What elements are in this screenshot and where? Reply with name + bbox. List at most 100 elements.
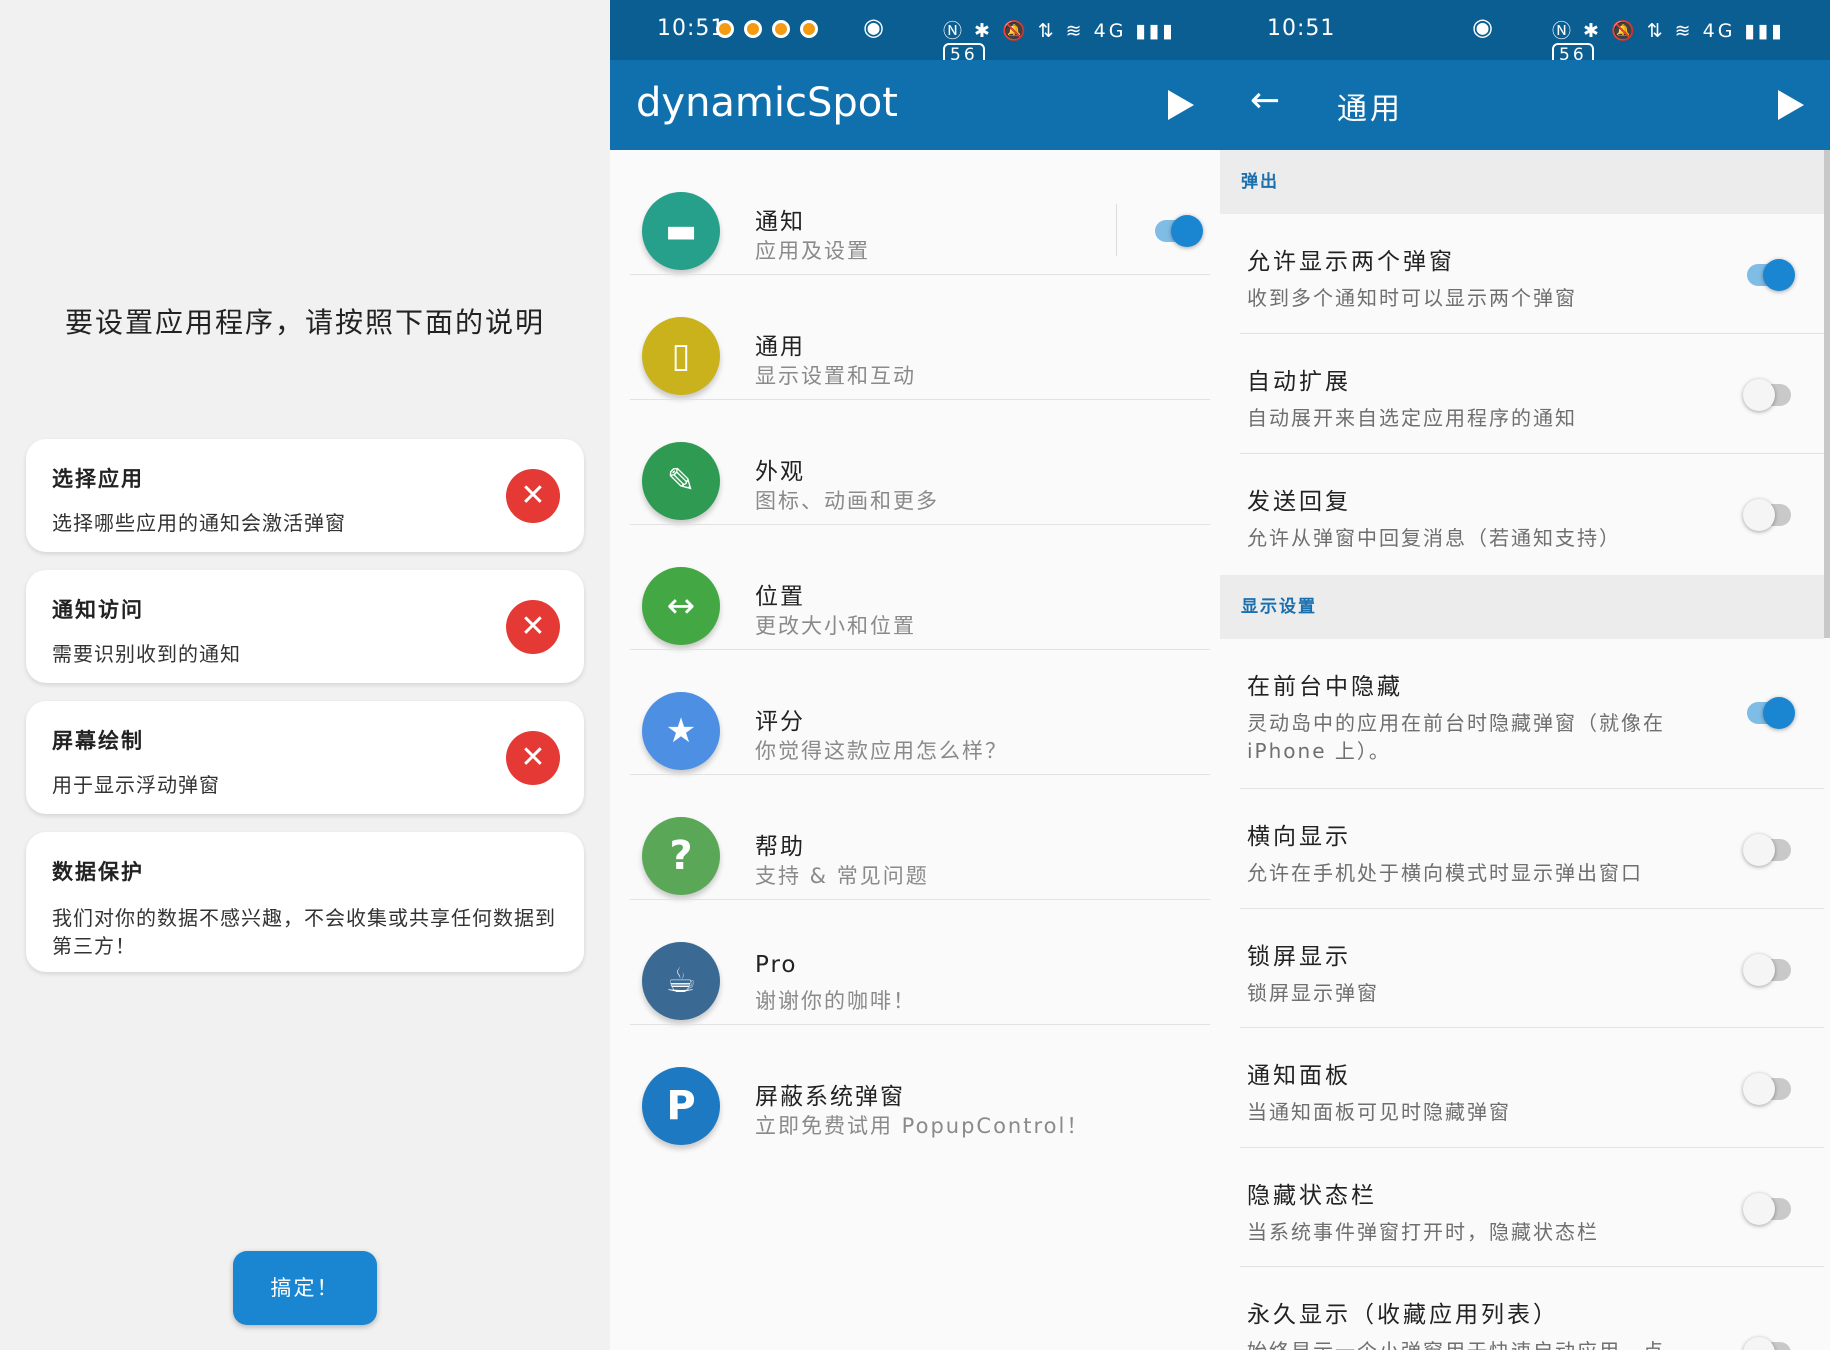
toggle-knob (1743, 499, 1775, 531)
menu-item-general[interactable]: ▯ 通用 显示设置和互动 (610, 275, 1220, 400)
menu-item-subtitle: 图标、动画和更多 (755, 489, 939, 513)
setting-send-reply[interactable]: 发送回复 允许从弹窗中回复消息（若通知支持） (1220, 454, 1824, 575)
menu-item-subtitle: 立即免费试用 PopupControl！ (755, 1114, 1090, 1138)
scrollbar[interactable] (1824, 150, 1830, 638)
setting-description: 锁屏显示弹窗 (1247, 981, 1379, 1005)
hide-status-bar-toggle[interactable] (1743, 1193, 1791, 1225)
setting-allow-two-popups[interactable]: 允许显示两个弹窗 收到多个通知时可以显示两个弹窗 (1220, 214, 1824, 334)
popupcontrol-logo-icon: P (642, 1067, 720, 1145)
notification-panel-toggle[interactable] (1743, 1073, 1791, 1105)
onboarding-heading: 要设置应用程序，请按照下面的说明 (64, 306, 545, 339)
toggle-knob (1743, 1337, 1775, 1350)
card-description: 选择哪些应用的通知会激活弹窗 (52, 511, 346, 535)
menu-item-title: 通知 (755, 209, 805, 235)
setting-landscape-display[interactable]: 横向显示 允许在手机处于横向模式时显示弹出窗口 (1220, 789, 1824, 909)
section-header-popup: 弹出 (1220, 150, 1824, 214)
phone-icon: ▯ (642, 317, 720, 395)
landscape-display-toggle[interactable] (1743, 834, 1791, 866)
menu-item-help[interactable]: ? 帮助 支持 & 常见问题 (610, 775, 1220, 900)
setting-description: 始终显示一个小弹窗用于快速启动应用，点 (1247, 1337, 1704, 1350)
menu-item-rate[interactable]: ★ 评分 你觉得这款应用怎么样？ (610, 650, 1220, 775)
network-icons: Ⓝ ✱ 🔕 ⇅ ≋ 4G ▮▮▮ (943, 20, 1176, 42)
setting-description: 灵动岛中的应用在前台时隐藏弹窗（就像在 iPhone 上）。 (1247, 711, 1665, 763)
hide-in-foreground-toggle[interactable] (1747, 697, 1795, 729)
permanent-display-toggle[interactable] (1743, 1337, 1791, 1350)
play-icon[interactable] (1168, 90, 1194, 120)
setting-description: 当通知面板可见时隐藏弹窗 (1247, 1100, 1511, 1124)
setting-title: 在前台中隐藏 (1247, 674, 1403, 700)
close-icon[interactable]: ✕ (506, 599, 560, 654)
setting-description: 允许从弹窗中回复消息（若通知支持） (1247, 526, 1621, 550)
menu-item-title: Pro (755, 952, 798, 978)
setting-lockscreen-display[interactable]: 锁屏显示 锁屏显示弹窗 (1220, 909, 1824, 1028)
card-title: 数据保护 (52, 860, 144, 884)
menu-item-title: 位置 (755, 584, 805, 610)
setting-hide-in-foreground[interactable]: 在前台中隐藏 灵动岛中的应用在前台时隐藏弹窗（就像在 iPhone 上）。 (1220, 639, 1824, 789)
status-time: 10:51 (1267, 16, 1336, 41)
setting-title: 横向显示 (1247, 824, 1351, 850)
setting-auto-expand[interactable]: 自动扩展 自动展开来自选定应用程序的通知 (1220, 334, 1824, 454)
got-it-button[interactable]: 搞定！ (233, 1251, 377, 1325)
app-notification-icon (744, 20, 762, 38)
setting-title: 允许显示两个弹窗 (1247, 249, 1455, 275)
back-arrow-icon[interactable]: ← (1250, 80, 1280, 121)
send-reply-toggle[interactable] (1743, 499, 1791, 531)
setting-permanent-display[interactable]: 永久显示（收藏应用列表） 始终显示一个小弹窗用于快速启动应用，点 (1220, 1267, 1824, 1350)
coffee-icon: ☕ (642, 942, 720, 1020)
setting-hide-status-bar[interactable]: 隐藏状态栏 当系统事件弹窗打开时，隐藏状态栏 (1220, 1148, 1824, 1267)
setting-title: 自动扩展 (1247, 369, 1351, 395)
play-icon[interactable] (1778, 90, 1804, 120)
menu-item-title: 通用 (755, 334, 805, 360)
status-bar: 10:51 ◉ Ⓝ ✱ 🔕 ⇅ ≋ 4G ▮▮▮ 56 (1220, 0, 1830, 67)
lockscreen-display-toggle[interactable] (1743, 954, 1791, 986)
card-description: 需要识别收到的通知 (52, 642, 241, 666)
setting-description: 当系统事件弹窗打开时，隐藏状态栏 (1247, 1220, 1599, 1244)
menu-item-title: 帮助 (755, 834, 805, 860)
eye-icon: ◉ (1472, 13, 1493, 41)
app-notification-icon (772, 20, 790, 38)
menu-item-title: 屏蔽系统弹窗 (755, 1084, 905, 1110)
chat-bubble-icon: ▬ (642, 192, 720, 270)
setting-description: 允许在手机处于横向模式时显示弹出窗口 (1247, 861, 1643, 885)
close-icon[interactable]: ✕ (506, 468, 560, 523)
menu-item-subtitle: 显示设置和互动 (755, 364, 916, 388)
menu-item-appearance[interactable]: ✎ 外观 图标、动画和更多 (610, 400, 1220, 525)
toggle-knob (1171, 215, 1203, 247)
card-description: 用于显示浮动弹窗 (52, 773, 220, 797)
permission-card-notification-access[interactable]: 通知访问 需要识别收到的通知 ✕ (26, 570, 584, 683)
page-title: 通用 (1337, 92, 1403, 127)
star-icon: ★ (642, 692, 720, 770)
toggle-knob (1743, 1073, 1775, 1105)
menu-item-subtitle: 更改大小和位置 (755, 614, 916, 638)
notifications-toggle[interactable] (1155, 215, 1203, 247)
menu-item-popupcontrol[interactable]: P 屏蔽系统弹窗 立即免费试用 PopupControl！ (610, 1025, 1220, 1150)
menu-item-pro[interactable]: ☕ Pro 谢谢你的咖啡！ (610, 900, 1220, 1025)
network-icons: Ⓝ ✱ 🔕 ⇅ ≋ 4G ▮▮▮ (1552, 20, 1785, 42)
menu-item-subtitle: 谢谢你的咖啡！ (755, 989, 916, 1013)
toggle-knob (1743, 834, 1775, 866)
menu-item-notifications[interactable]: ▬ 通知 应用及设置 (610, 150, 1220, 275)
setting-description: 收到多个通知时可以显示两个弹窗 (1247, 286, 1577, 310)
toggle-knob (1743, 379, 1775, 411)
menu-item-title: 评分 (755, 709, 805, 735)
setting-title: 永久显示（收藏应用列表） (1247, 1302, 1559, 1328)
setting-notification-panel[interactable]: 通知面板 当通知面板可见时隐藏弹窗 (1220, 1028, 1824, 1148)
help-icon: ? (642, 817, 720, 895)
resize-icon: ↔ (642, 567, 720, 645)
permission-card-screen-overlay[interactable]: 屏幕绘制 用于显示浮动弹窗 ✕ (26, 701, 584, 814)
divider (1116, 204, 1117, 256)
setting-description: 自动展开来自选定应用程序的通知 (1247, 406, 1577, 430)
menu-item-subtitle: 你觉得这款应用怎么样？ (755, 739, 1008, 763)
close-icon[interactable]: ✕ (506, 730, 560, 785)
screenshot-collage: 要设置应用程序，请按照下面的说明 选择应用 选择哪些应用的通知会激活弹窗 ✕ 通… (0, 0, 1830, 1350)
section-header-display-settings: 显示设置 (1220, 575, 1824, 639)
allow-two-popups-toggle[interactable] (1747, 259, 1795, 291)
permission-card-select-apps[interactable]: 选择应用 选择哪些应用的通知会激活弹窗 ✕ (26, 439, 584, 552)
app-bar: dynamicSpot (610, 60, 1220, 150)
status-bar: 10:51 ◉ Ⓝ ✱ 🔕 ⇅ ≋ 4G ▮▮▮ 56 (610, 0, 1220, 67)
menu-item-position[interactable]: ↔ 位置 更改大小和位置 (610, 525, 1220, 650)
auto-expand-toggle[interactable] (1743, 379, 1791, 411)
setting-title: 通知面板 (1247, 1063, 1351, 1089)
menu-item-title: 外观 (755, 459, 805, 485)
toggle-knob (1743, 954, 1775, 986)
